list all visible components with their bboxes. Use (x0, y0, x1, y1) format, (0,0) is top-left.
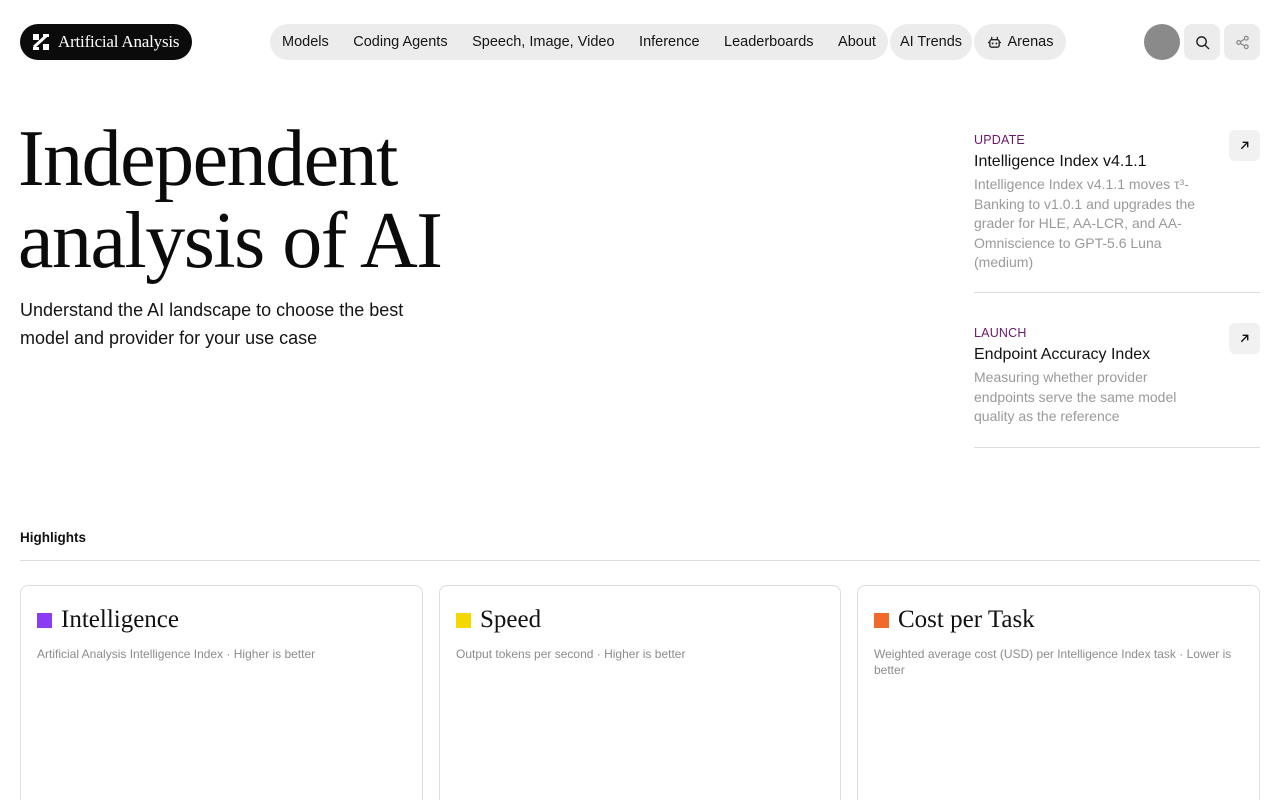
news-tag: LAUNCH (974, 326, 1027, 340)
news-item-launch[interactable]: LAUNCH Endpoint Accuracy Index Measuring… (974, 323, 1260, 448)
news-open-button[interactable] (1229, 130, 1260, 161)
news-title[interactable]: Endpoint Accuracy Index (974, 343, 1260, 367)
color-swatch (874, 612, 889, 628)
card-description: Output tokens per second · Higher is bet… (456, 647, 686, 661)
brand-name: Artificial Analysis (58, 32, 180, 51)
highlight-card-intelligence[interactable]: Intelligence Artificial Analysis Intelli… (20, 585, 423, 800)
color-swatch (456, 612, 471, 628)
page-title-line-1: Independent (18, 115, 398, 203)
nav-item-inference[interactable]: Inference (639, 34, 699, 50)
nav-item-leaderboards[interactable]: Leaderboards (724, 34, 814, 50)
arrow-up-right-icon (1240, 334, 1249, 343)
share-button[interactable] (1224, 24, 1260, 60)
news-description: Measuring whether provider endpoints ser… (974, 369, 1177, 424)
highlight-card-speed[interactable]: Speed Output tokens per second · Higher … (439, 585, 841, 800)
page-title-line-2: analysis of AI (18, 197, 443, 285)
news-title[interactable]: Intelligence Index v4.1.1 (974, 150, 1260, 174)
nav-item-coding-agents[interactable]: Coding Agents (353, 34, 447, 50)
avatar[interactable] (1144, 24, 1180, 60)
logo-icon (32, 34, 49, 50)
highlight-card-cost-per-task[interactable]: Cost per Task Weighted average cost (USD… (857, 585, 1260, 800)
main-nav: Models Coding Agents Speech, Image, Vide… (270, 24, 888, 60)
brand-logo[interactable]: Artificial Analysis (20, 24, 192, 60)
ai-trends-label: AI Trends (899, 34, 963, 50)
arrow-up-right-icon (1240, 141, 1249, 150)
news-description: Intelligence Index v4.1.1 moves τ³-Banki… (974, 176, 1196, 270)
news-tag: UPDATE (974, 133, 1025, 147)
page-title: Independent analysis of AI (18, 118, 578, 282)
card-title: Cost per Task (898, 606, 1035, 633)
share-icon (1235, 35, 1249, 49)
divider (20, 560, 1260, 561)
arenas-label: Arenas (1007, 34, 1054, 50)
highlights-heading: Highlights (20, 530, 86, 545)
color-swatch (37, 612, 52, 628)
card-title: Speed (480, 606, 542, 633)
search-button[interactable] (1184, 24, 1220, 60)
card-title: Intelligence (61, 606, 179, 633)
search-icon (1195, 35, 1209, 49)
nav-item-ai-trends[interactable]: AI Trends (890, 24, 972, 60)
news-item-update[interactable]: UPDATE Intelligence Index v4.1.1 Intelli… (974, 130, 1260, 293)
card-description: Artificial Analysis Intelligence Index ·… (37, 647, 316, 661)
nav-item-about[interactable]: About (838, 34, 876, 50)
page-subtitle: Understand the AI landscape to choose th… (20, 300, 404, 348)
arena-icon (987, 36, 1001, 48)
news-open-button[interactable] (1229, 323, 1260, 354)
nav-item-arenas[interactable]: Arenas (974, 24, 1066, 60)
nav-item-models[interactable]: Models (282, 34, 329, 50)
nav-item-speech-image-video[interactable]: Speech, Image, Video (472, 34, 614, 50)
card-description: Weighted average cost (USD) per Intellig… (874, 647, 1232, 677)
